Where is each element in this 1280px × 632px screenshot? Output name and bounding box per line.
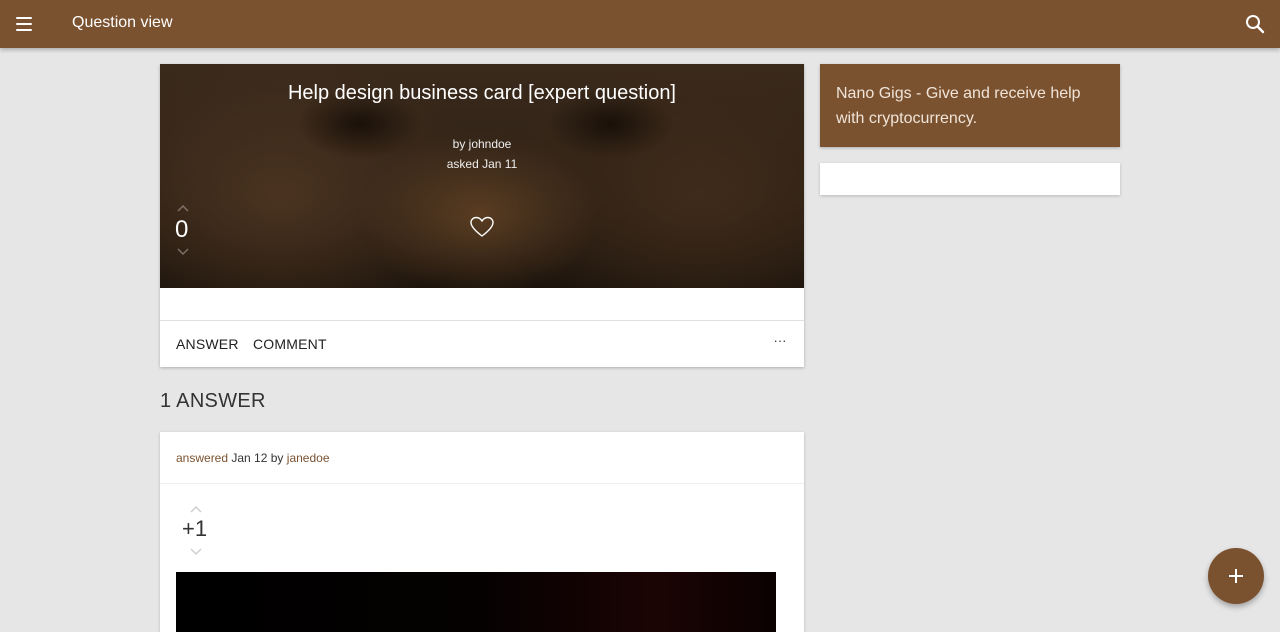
card-divider — [160, 320, 804, 321]
upvote-icon[interactable] — [189, 501, 203, 513]
upvote-icon[interactable] — [176, 200, 190, 212]
promo-banner[interactable]: Nano Gigs - Give and receive help with c… — [820, 64, 1120, 147]
answer-image — [176, 572, 776, 632]
downvote-icon[interactable] — [176, 244, 190, 256]
question-author[interactable]: by johndoe — [160, 137, 804, 151]
menu-icon[interactable] — [12, 12, 36, 36]
answered-label: answered — [176, 451, 229, 465]
plus-icon-stroke — [1235, 569, 1237, 583]
answer-date: Jan 12 — [231, 451, 268, 465]
card-divider — [160, 483, 804, 484]
question-hero-image: Help design business card [expert questi… — [160, 64, 804, 288]
answer-author-link[interactable]: janedoe — [287, 451, 330, 465]
answer-score: +1 — [182, 516, 208, 541]
answers-count-heading: 1 ANSWER — [160, 390, 266, 412]
downvote-icon[interactable] — [189, 544, 203, 556]
question-title: Help design business card [expert questi… — [287, 82, 676, 104]
page-title: Question view — [72, 14, 173, 31]
answer-meta: answered Jan 12 by janedoe — [176, 451, 330, 465]
heart-outline-icon[interactable] — [469, 215, 495, 239]
answer-button[interactable]: ANSWER — [176, 336, 239, 352]
answer-by-label: by — [270, 451, 284, 465]
app-bar: Question view — [0, 0, 1280, 48]
sidebar-card — [820, 163, 1120, 195]
add-fab-button[interactable] — [1208, 548, 1264, 604]
more-options-icon[interactable]: ··· — [772, 334, 788, 352]
search-icon[interactable] — [1243, 12, 1267, 36]
promo-text: Nano Gigs - Give and receive help with c… — [836, 85, 1081, 127]
question-asked-date: asked Jan 11 — [446, 157, 518, 171]
comment-button[interactable]: COMMENT — [253, 336, 327, 352]
question-card: Help design business card [expert questi… — [160, 64, 804, 367]
answer-card: answered Jan 12 by janedoe +1 — [160, 432, 804, 632]
question-score: 0 — [175, 216, 189, 243]
